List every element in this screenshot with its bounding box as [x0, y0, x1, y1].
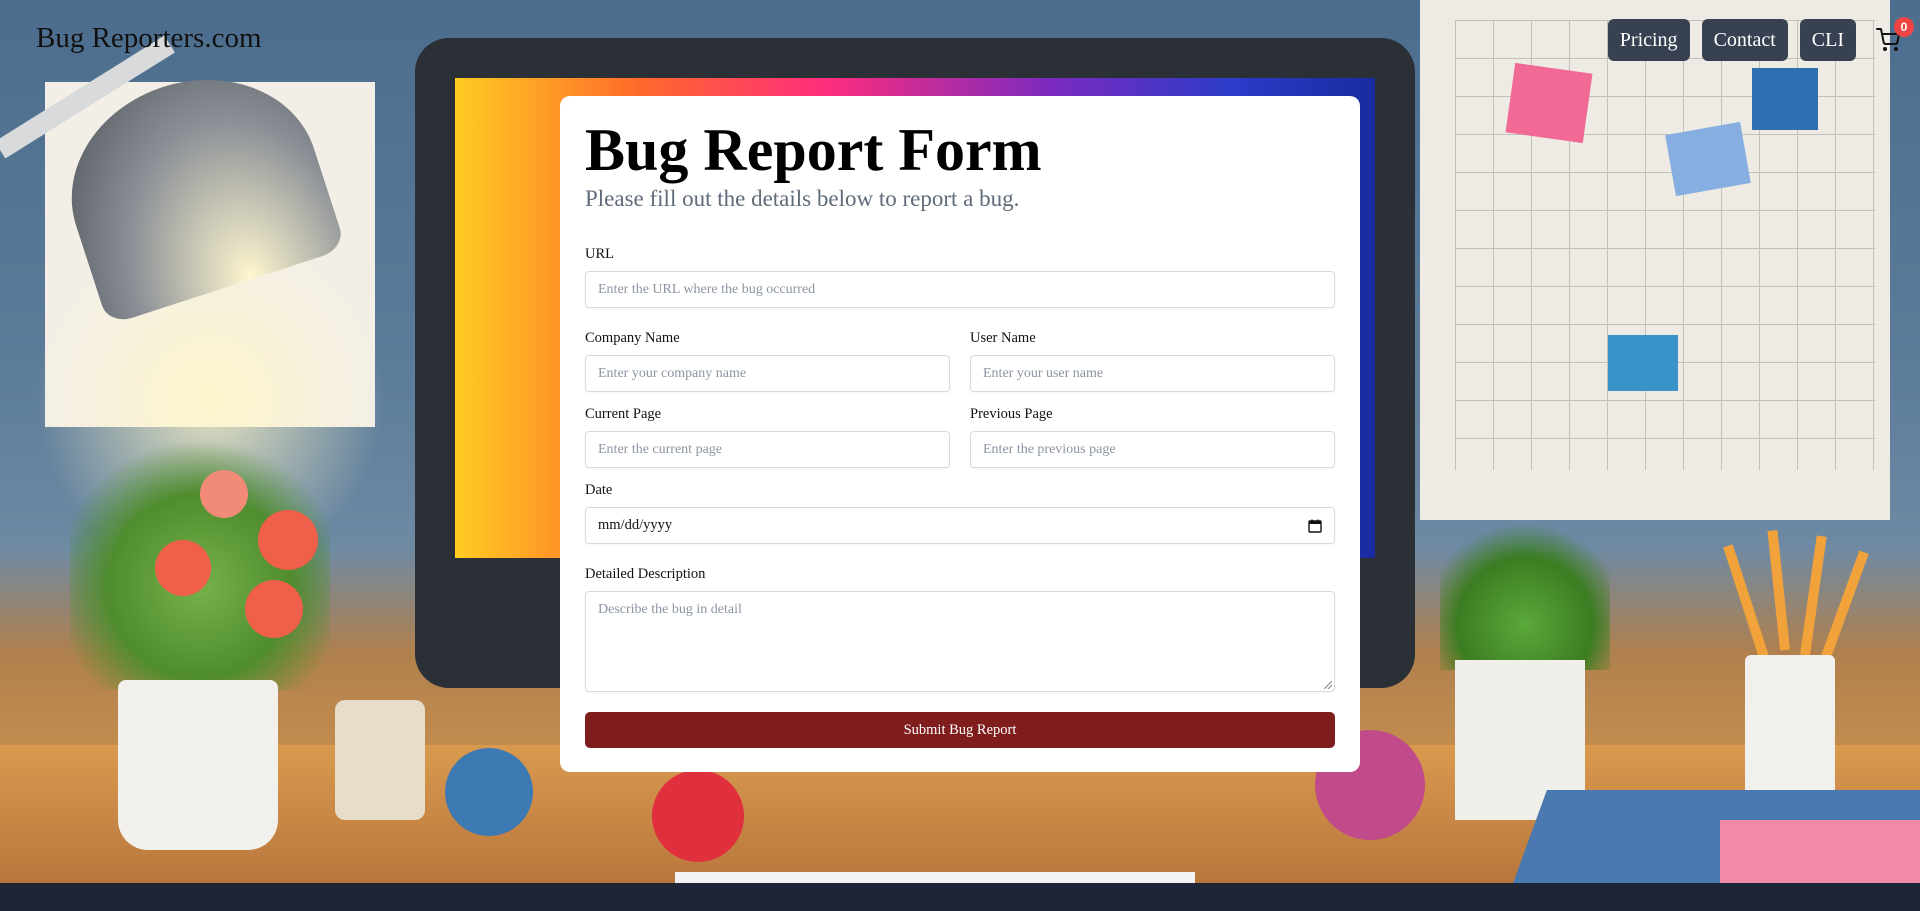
form-title: Bug Report Form: [585, 117, 1042, 183]
nav-cli-button[interactable]: CLI: [1799, 19, 1856, 61]
current-page-label: Current Page: [585, 406, 662, 422]
current-page-field-group: Current Page: [585, 406, 950, 468]
flower: [245, 580, 303, 638]
calendar-icon[interactable]: [1308, 519, 1322, 533]
user-name-label: User Name: [970, 330, 1036, 346]
footer-bar: [0, 883, 1920, 911]
sticky-note-light-blue: [1665, 121, 1751, 197]
sticky-note-pink: [1505, 62, 1593, 144]
description-field-group: Detailed Description: [585, 566, 1335, 692]
cart-button[interactable]: 0: [1868, 17, 1914, 61]
pencil: [1767, 530, 1790, 651]
current-page-input[interactable]: [585, 431, 950, 468]
cart-count-badge: 0: [1894, 17, 1914, 37]
nav-contact-button[interactable]: Contact: [1701, 19, 1788, 61]
description-wrapper: [585, 591, 1335, 692]
flower: [155, 540, 211, 596]
sticky-note-blue: [1752, 68, 1818, 130]
nav-pricing-button[interactable]: Pricing: [1607, 19, 1690, 61]
form-subtitle: Please fill out the details below to rep…: [585, 186, 1020, 211]
brand-link[interactable]: Bug Reporters.com: [36, 22, 262, 55]
date-label: Date: [585, 482, 613, 498]
sticky-note-cyan: [1608, 335, 1678, 391]
yarn-ball: [445, 748, 533, 836]
submit-bug-report-button[interactable]: Submit Bug Report: [585, 712, 1335, 748]
url-label: URL: [585, 246, 614, 262]
company-name-label: Company Name: [585, 330, 680, 346]
previous-page-field-group: Previous Page: [970, 406, 1335, 468]
pencil: [1800, 535, 1827, 656]
pencil: [1818, 550, 1869, 667]
description-label: Detailed Description: [585, 566, 706, 582]
description-textarea[interactable]: [585, 591, 1335, 692]
date-field-group: Date mm/dd/yyyy: [585, 482, 1335, 544]
yarn-ball: [652, 770, 744, 862]
keyboard: [675, 872, 1195, 883]
plant-pot: [335, 700, 425, 820]
user-field-group: User Name: [970, 330, 1335, 392]
plant-pot: [118, 680, 278, 850]
company-name-input[interactable]: [585, 355, 950, 392]
resize-handle-icon[interactable]: [1324, 681, 1332, 689]
company-field-group: Company Name: [585, 330, 950, 392]
succulent: [1440, 520, 1610, 670]
date-input[interactable]: mm/dd/yyyy: [585, 507, 1335, 544]
flower: [200, 470, 248, 518]
date-value: mm/dd/yyyy: [598, 517, 673, 533]
url-input[interactable]: [585, 271, 1335, 308]
notebook: [1720, 820, 1920, 883]
top-nav: Pricing Contact CLI 0: [1607, 17, 1914, 61]
flower: [258, 510, 318, 570]
user-name-input[interactable]: [970, 355, 1335, 392]
previous-page-input[interactable]: [970, 431, 1335, 468]
pencil: [1723, 544, 1770, 662]
bug-report-form-card: Bug Report Form Please fill out the deta…: [560, 96, 1360, 772]
url-field-group: URL: [585, 246, 1335, 308]
previous-page-label: Previous Page: [970, 406, 1053, 422]
